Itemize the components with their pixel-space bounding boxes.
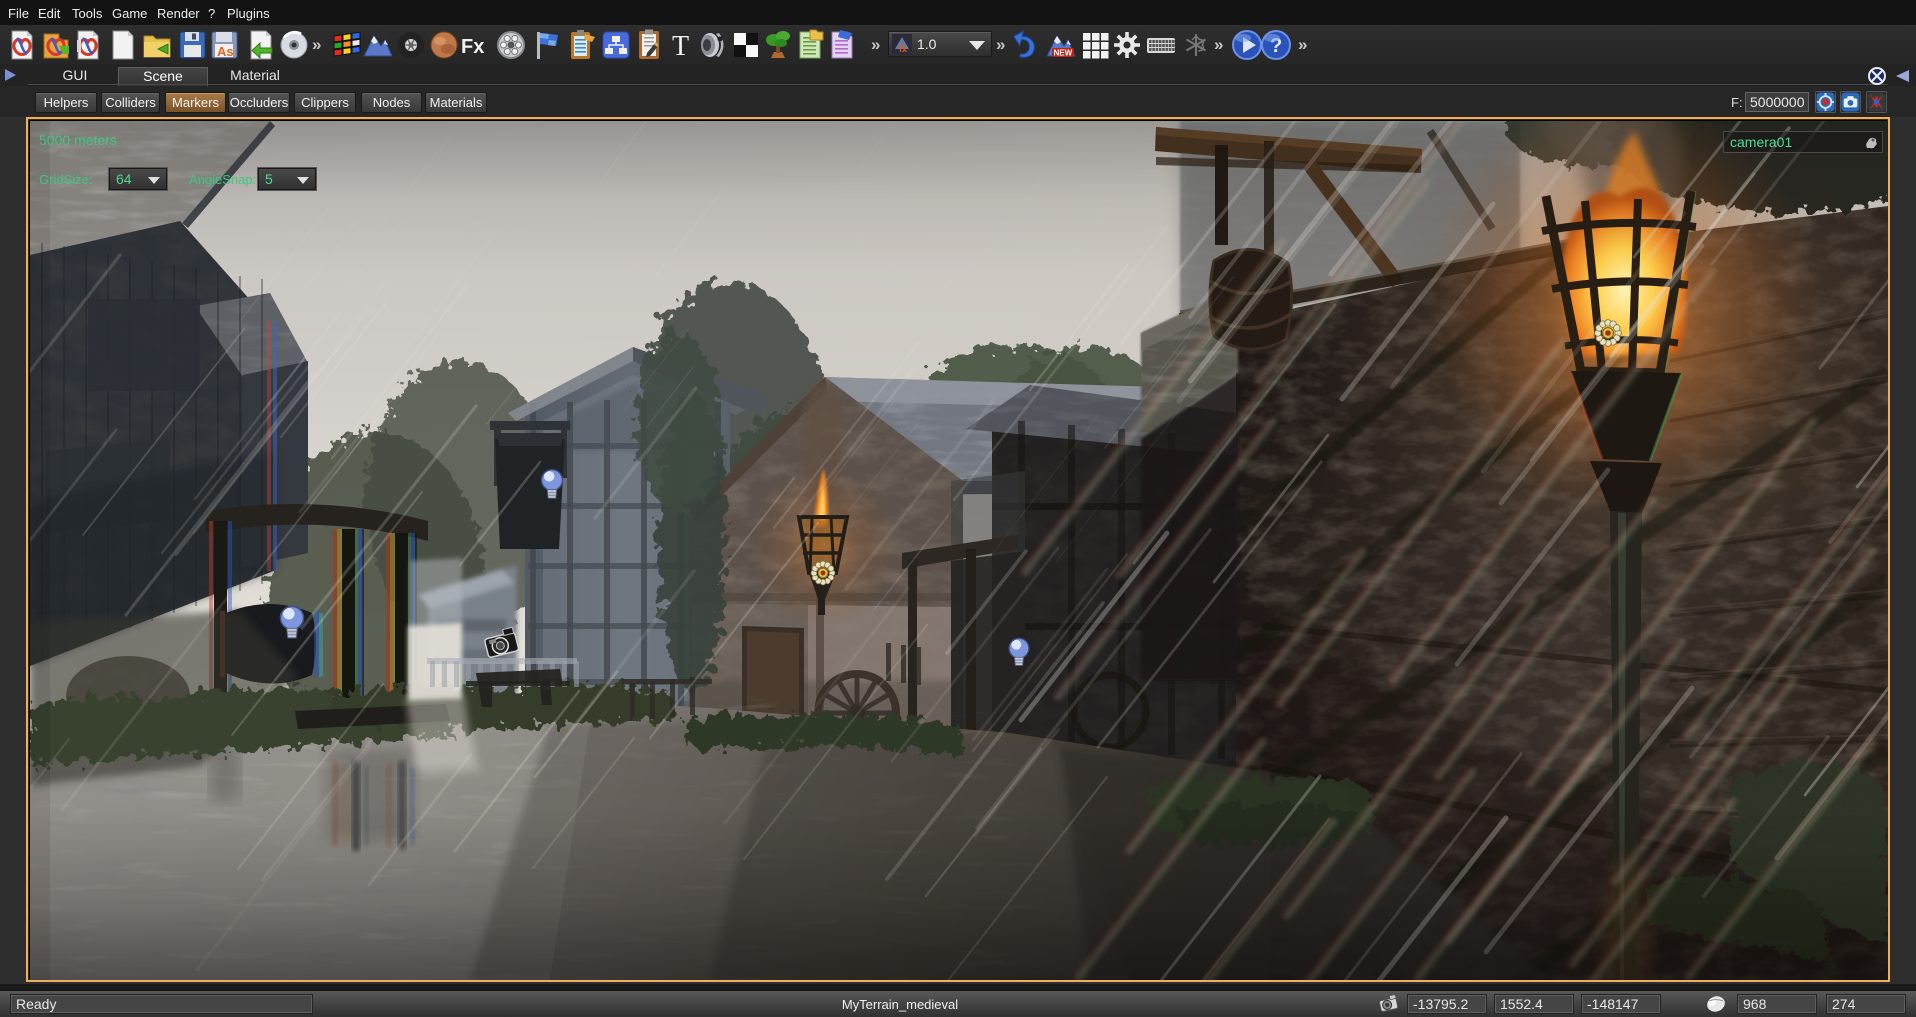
- svg-text:NEW: NEW: [1054, 49, 1073, 58]
- svg-text:fx: fx: [899, 44, 907, 54]
- svg-text:Fx: Fx: [461, 36, 484, 58]
- svg-text:T: T: [672, 31, 689, 62]
- svg-text:As: As: [217, 44, 234, 59]
